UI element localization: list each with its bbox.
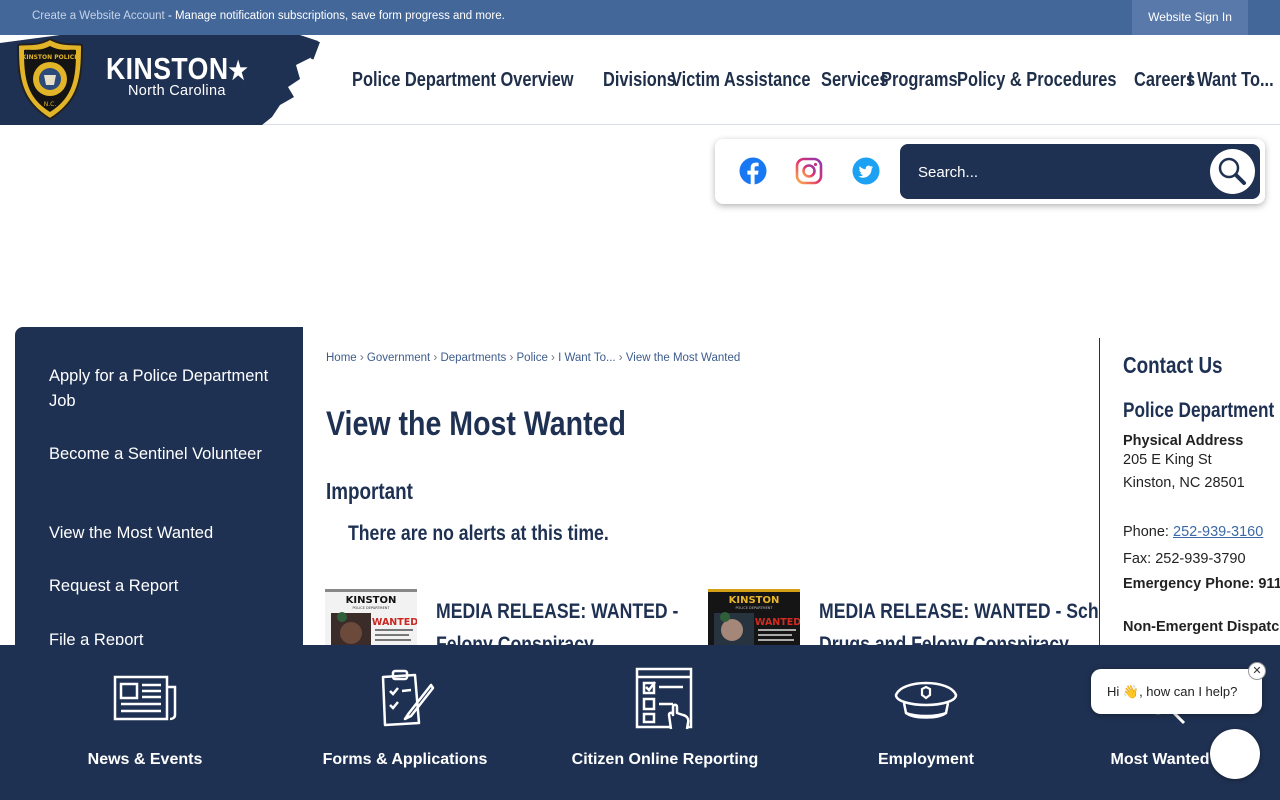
- instagram-icon[interactable]: [795, 157, 823, 185]
- quicklink-forms-applications[interactable]: Forms & Applications: [275, 645, 535, 800]
- nav-careers[interactable]: Careers: [1134, 35, 1195, 125]
- facebook-icon[interactable]: [739, 157, 767, 185]
- quicklink-label: Employment: [877, 751, 974, 768]
- search-input[interactable]: [918, 160, 1198, 184]
- chat-greeting[interactable]: Hi 👋, how can I help?: [1091, 669, 1262, 714]
- nav-i-want-to[interactable]: I Want To...: [1188, 35, 1274, 125]
- site-header: KINSTON POLICE N.C. KINSTON★ North Carol…: [0, 35, 1280, 125]
- breadcrumb: Home › Government › Departments › Police…: [326, 352, 741, 364]
- svg-text:KINSTON: KINSTON: [729, 595, 780, 606]
- twitter-icon[interactable]: [852, 157, 880, 185]
- nav-victim-assistance[interactable]: Victim Assistance: [671, 35, 810, 125]
- contact-panel: Contact Us Police Department Physical Ad…: [1123, 352, 1280, 635]
- sidebar-item-apply-job[interactable]: Apply for a Police Department Job: [49, 364, 279, 414]
- social-search-panel: [715, 139, 1265, 204]
- contact-heading: Contact Us: [1123, 352, 1223, 378]
- emergency-line: Emergency Phone: 911: [1123, 576, 1280, 592]
- state-wordmark: North Carolina: [128, 83, 226, 99]
- nav-police-department-overview[interactable]: Police Department Overview: [352, 35, 573, 125]
- phone-label: Phone:: [1123, 524, 1173, 540]
- svg-text:KINSTON POLICE: KINSTON POLICE: [22, 54, 79, 61]
- fax-line: Fax: 252-939-3790: [1123, 551, 1246, 567]
- breadcrumb-departments[interactable]: Departments: [440, 352, 506, 364]
- newspaper-icon: [113, 675, 177, 721]
- svg-text:KINSTON: KINSTON: [346, 595, 397, 606]
- search-box: [900, 144, 1260, 199]
- news-thumbnail[interactable]: KINSTON POLICE DEPARTMENT WANTED: [325, 589, 417, 649]
- nav-divisions[interactable]: Divisions: [603, 35, 676, 125]
- online-report-icon: [635, 667, 693, 730]
- search-button[interactable]: [1210, 149, 1255, 194]
- contact-department[interactable]: Police Department: [1123, 399, 1274, 423]
- chat-launcher-button[interactable]: [1210, 729, 1260, 779]
- breadcrumb-i-want-to[interactable]: I Want To...: [558, 352, 616, 364]
- city-wordmark: KINSTON★: [106, 51, 249, 86]
- news-thumbnail[interactable]: KINSTON POLICE DEPARTMENT WANTED: [708, 589, 800, 649]
- address-line-1: 205 E King St: [1123, 452, 1212, 468]
- star-icon: ★: [228, 57, 249, 85]
- breadcrumb-current: View the Most Wanted: [625, 352, 741, 364]
- quicklink-label: News & Events: [87, 751, 203, 768]
- svg-text:WANTED: WANTED: [755, 617, 800, 628]
- sidebar-item-request-report[interactable]: Request a Report: [49, 574, 279, 599]
- nav-programs[interactable]: Programs: [881, 35, 958, 125]
- website-sign-in-button[interactable]: Website Sign In: [1132, 0, 1248, 35]
- chat-close-button[interactable]: ✕: [1248, 662, 1266, 680]
- svg-text:POLICE DEPARTMENT: POLICE DEPARTMENT: [352, 606, 390, 610]
- address-line-2: Kinston, NC 28501: [1123, 475, 1245, 491]
- page-title: View the Most Wanted: [326, 405, 626, 443]
- no-alerts-message: There are no alerts at this time.: [348, 522, 609, 545]
- nav-services[interactable]: Services: [821, 35, 888, 125]
- search-icon: [1218, 157, 1246, 185]
- nav-policy-procedures[interactable]: Policy & Procedures: [957, 35, 1117, 125]
- police-badge-logo[interactable]: KINSTON POLICE N.C.: [16, 37, 84, 121]
- address-label: Physical Address: [1123, 433, 1244, 449]
- quicklink-label: Forms & Applications: [322, 751, 488, 768]
- svg-text:WANTED: WANTED: [372, 617, 417, 628]
- quick-links-bar: News & Events Forms & Applications Citiz…: [0, 645, 1280, 800]
- account-message: Create a Website Account - Manage notifi…: [32, 10, 505, 22]
- account-message-text: - Manage notification subscriptions, sav…: [164, 10, 505, 22]
- clipboard-pencil-icon: [381, 669, 435, 727]
- quicklink-employment[interactable]: Employment: [796, 645, 1056, 800]
- svg-text:N.C.: N.C.: [44, 101, 57, 108]
- breadcrumb-government[interactable]: Government: [367, 352, 430, 364]
- sidebar-item-most-wanted[interactable]: View the Most Wanted: [49, 521, 279, 546]
- police-cap-icon: [894, 681, 958, 719]
- alerts-heading: Important: [326, 478, 413, 504]
- phone-link[interactable]: 252-939-3160: [1173, 524, 1263, 540]
- quicklink-label: Citizen Online Reporting: [571, 751, 759, 768]
- breadcrumb-police[interactable]: Police: [517, 352, 548, 364]
- sidebar-item-sentinel-volunteer[interactable]: Become a Sentinel Volunteer: [49, 442, 279, 467]
- contact-divider: [1099, 338, 1100, 648]
- svg-text:POLICE DEPARTMENT: POLICE DEPARTMENT: [735, 606, 773, 610]
- breadcrumb-home[interactable]: Home: [326, 352, 357, 364]
- create-account-link[interactable]: Create a Website Account: [32, 10, 165, 22]
- quicklink-news-events[interactable]: News & Events: [15, 645, 275, 800]
- top-utility-bar: Create a Website Account - Manage notifi…: [0, 0, 1280, 35]
- phone-line: Phone: 252-939-3160: [1123, 521, 1280, 544]
- non-emergency-line: Non-Emergent Dispatch: [1123, 619, 1280, 635]
- quicklink-citizen-online-reporting[interactable]: Citizen Online Reporting: [535, 645, 795, 800]
